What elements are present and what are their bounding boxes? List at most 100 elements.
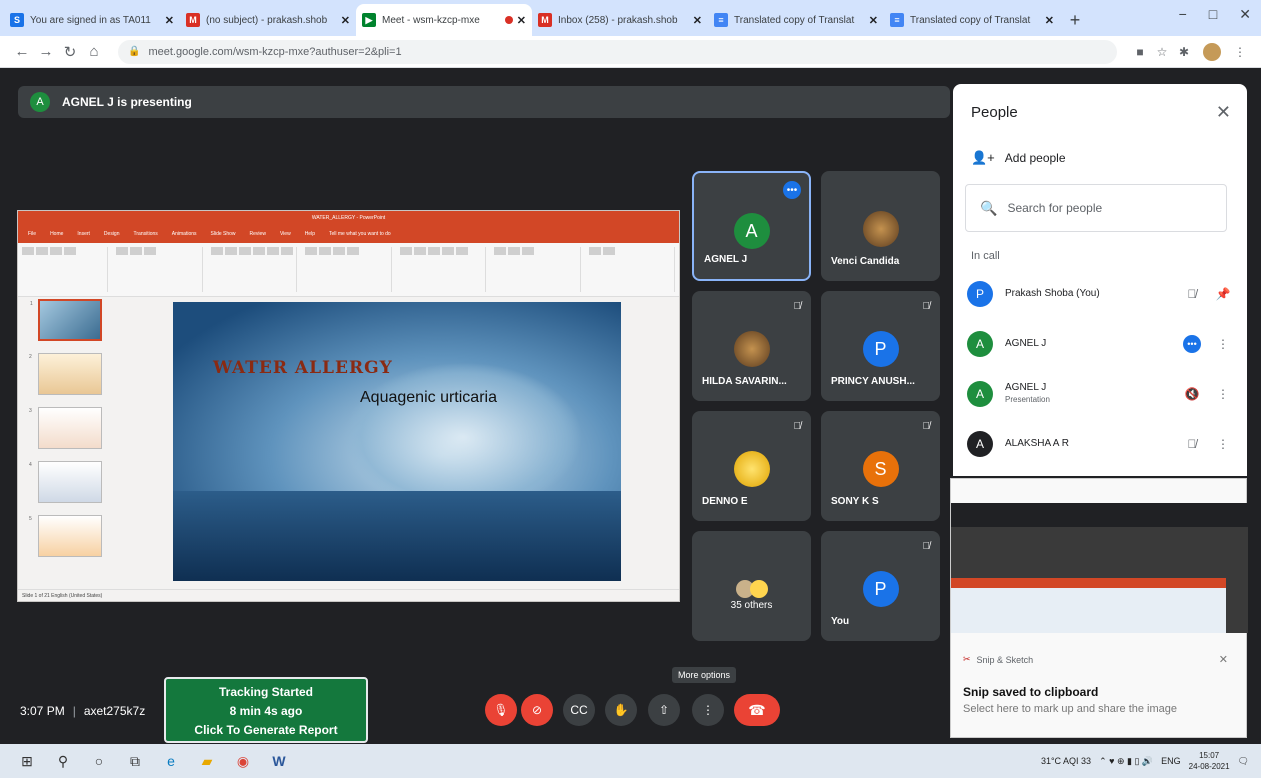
browser-tab[interactable]: S You are signed in as TA011 ✕ — [4, 4, 180, 36]
url-input[interactable]: 🔒 meet.google.com/wsm-kzcp-mxe?authuser=… — [118, 39, 1117, 64]
more-vert-icon[interactable]: ⋮ — [1209, 437, 1237, 451]
captions-icon[interactable]: CC — [563, 694, 595, 726]
participant-tile[interactable]: P PRINCY ANUSH... 🎙̸ — [821, 291, 940, 401]
ribbon-tab: Tell me what you want to do — [328, 231, 391, 237]
participant-emoji-avatar — [733, 451, 770, 487]
tab-title: Translated copy of Translat — [734, 14, 855, 26]
profile-avatar[interactable] — [1203, 42, 1221, 61]
powerpoint-title: WATER_ALLERGY - PowerPoint — [18, 211, 679, 225]
bookmark-star-icon[interactable]: ☆ — [1151, 45, 1173, 59]
browser-tab[interactable]: ▶ Meet - wsm-kzcp-mxe ✕ — [356, 4, 532, 36]
search-people-input[interactable]: 🔍 Search for people — [965, 184, 1227, 232]
browser-tab[interactable]: ≡ Translated copy of Translat ✕ — [884, 4, 1060, 36]
people-list-item[interactable]: A ALAKSHA A R 🎙̸ ⋮ — [967, 424, 1237, 464]
tab-favicon-icon: S — [10, 13, 24, 27]
participant-name: AGNEL J — [704, 254, 748, 265]
camera-icon[interactable]: ■ — [1129, 45, 1151, 59]
close-tab-icon[interactable]: ✕ — [1045, 14, 1054, 27]
new-tab-button[interactable]: + — [1060, 4, 1090, 36]
participant-tile[interactable]: 35 others — [692, 531, 811, 641]
people-list-item[interactable]: A AGNEL J ••• ⋮ — [967, 324, 1237, 364]
add-people-button[interactable]: 👤+ Add people — [971, 150, 1066, 166]
close-tab-icon[interactable]: ✕ — [341, 14, 350, 27]
window-controls: − □ ✕ — [1179, 6, 1251, 23]
close-icon[interactable]: ✕ — [1216, 102, 1231, 123]
close-icon[interactable]: ✕ — [1219, 653, 1228, 666]
participant-avatar: P — [862, 571, 899, 607]
browser-tab[interactable]: ≡ Translated copy of Translat ✕ — [708, 4, 884, 36]
more-options-icon[interactable]: ••• — [1175, 335, 1209, 353]
in-call-section-label: In call — [971, 250, 1000, 262]
edge-icon[interactable]: e — [156, 746, 186, 776]
presenting-text: AGNEL J is presenting — [62, 95, 192, 109]
people-panel-title: People — [971, 104, 1018, 121]
close-tab-icon[interactable]: ✕ — [517, 14, 526, 27]
forward-icon[interactable]: → — [34, 43, 58, 60]
clock-date: 24-08-2021 — [1188, 762, 1230, 771]
tracking-line-2: 8 min 4s ago — [229, 704, 303, 718]
ribbon-tab: View — [279, 231, 291, 237]
person-name: ALAKSHA A R — [1005, 438, 1069, 449]
minimize-button[interactable]: − — [1179, 6, 1187, 23]
close-tab-icon[interactable]: ✕ — [869, 14, 878, 27]
cortana-icon[interactable]: ○ — [84, 746, 114, 776]
mic-muted-icon[interactable]: 🎙̸ — [1175, 287, 1209, 301]
participant-tile[interactable]: Venci Candida — [821, 171, 940, 281]
notifications-icon[interactable]: 🗨 — [1238, 756, 1249, 767]
more-vert-icon[interactable]: ⋮ — [1209, 337, 1237, 351]
lock-icon[interactable]: 🔒 — [128, 46, 140, 57]
end-call-button[interactable]: ☎ — [734, 694, 780, 726]
snip-notification[interactable]: ✂ Snip & Sketch ✕ Snip saved to clipboar… — [950, 478, 1248, 738]
ribbon-group — [305, 247, 392, 292]
back-icon[interactable]: ← — [10, 43, 34, 60]
people-list-item[interactable]: P Prakash Shoba (You) 🎙̸ 📌 — [967, 274, 1237, 314]
task-view-icon[interactable]: ⧉ — [120, 746, 150, 776]
more-options-icon[interactable]: ⋮ — [692, 694, 724, 726]
tracking-report-button[interactable]: Tracking Started 8 min 4s ago Click To G… — [164, 677, 368, 743]
raise-hand-icon[interactable]: ✋ — [605, 694, 637, 726]
ribbon-tab: Transitions — [133, 231, 158, 237]
more-vert-icon[interactable]: ⋮ — [1209, 387, 1237, 401]
chrome-menu-icon[interactable]: ⋮ — [1229, 45, 1251, 59]
screen: { "tabs": [ {"title": "You are signed in… — [0, 0, 1261, 778]
participant-tile[interactable]: DENNO E 🎙̸ — [692, 411, 811, 521]
browser-tab[interactable]: M Inbox (258) - prakash.shob ✕ — [532, 4, 708, 36]
participant-tile[interactable]: A AGNEL J ••• — [692, 171, 811, 281]
chrome-icon[interactable]: ◉ — [228, 746, 258, 776]
file-explorer-icon[interactable]: ▰ — [192, 746, 222, 776]
pin-icon[interactable]: 📌 — [1209, 287, 1237, 301]
present-now-icon[interactable]: ⇧ — [648, 694, 680, 726]
language-indicator[interactable]: ENG — [1161, 756, 1181, 766]
ribbon-tab: Help — [304, 231, 315, 237]
participant-tile[interactable]: S SONY K S 🎙̸ — [821, 411, 940, 521]
camera-off-icon[interactable]: ⊘ — [521, 694, 553, 726]
word-icon[interactable]: W — [264, 746, 294, 776]
browser-tab[interactable]: M (no subject) - prakash.shob ✕ — [180, 4, 356, 36]
windows-start-icon[interactable]: ⊞ — [12, 746, 42, 776]
mic-off-icon[interactable]: 🎙 — [485, 694, 517, 726]
water-image — [173, 491, 621, 581]
clock[interactable]: 15:07 24-08-2021 — [1189, 750, 1230, 772]
tray-icons[interactable]: ⌃ ♥ ⊕ ▮ ▯ 🔊 — [1099, 756, 1153, 767]
ribbon-group — [494, 247, 581, 292]
mic-muted-icon[interactable]: 🎙̸ — [1175, 437, 1209, 451]
tracking-line-1: Tracking Started — [218, 685, 314, 699]
close-window-button[interactable]: ✕ — [1239, 6, 1251, 23]
search-icon[interactable]: ⚲ — [48, 746, 78, 776]
mic-muted-icon[interactable]: 🔇 — [1175, 387, 1209, 401]
home-icon[interactable]: ⌂ — [82, 43, 106, 60]
weather-text[interactable]: 31°C AQI 33 — [1041, 756, 1091, 766]
people-list-item[interactable]: A AGNEL J Presentation 🔇 ⋮ — [967, 374, 1237, 414]
close-tab-icon[interactable]: ✕ — [165, 14, 174, 27]
address-bar-row: ← → ↻ ⌂ 🔒 meet.google.com/wsm-kzcp-mxe?a… — [0, 36, 1261, 68]
powerpoint-ribbon — [18, 243, 679, 297]
tab-favicon-icon: M — [186, 13, 200, 27]
person-subtitle: Presentation — [1005, 395, 1050, 404]
participant-tile[interactable]: HILDA SAVARIN... 🎙̸ — [692, 291, 811, 401]
close-tab-icon[interactable]: ✕ — [693, 14, 702, 27]
more-options-icon[interactable]: ••• — [783, 181, 801, 199]
participant-tile[interactable]: P You 🎙̸ — [821, 531, 940, 641]
reload-icon[interactable]: ↻ — [58, 43, 82, 61]
extensions-icon[interactable]: ✱ — [1173, 45, 1195, 59]
maximize-button[interactable]: □ — [1209, 6, 1217, 23]
